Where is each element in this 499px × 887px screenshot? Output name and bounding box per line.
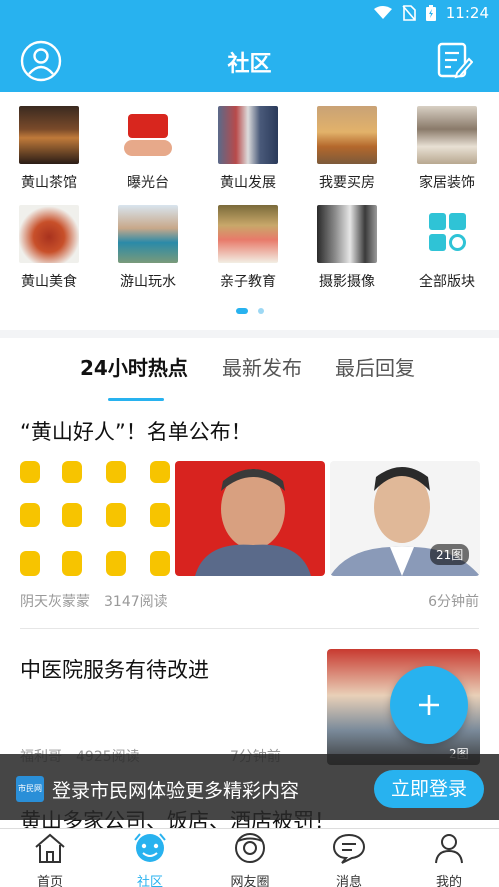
title-bar: 社区 xyxy=(0,28,499,92)
post-reads: 3147阅读 xyxy=(104,594,168,610)
board-grid: 黄山茶馆 曝光台 黄山发展 我要买房 家居装饰 黄山美食 游山玩水 亲子教育 摄… xyxy=(0,92,499,330)
portrait-photo xyxy=(195,469,311,576)
post-image[interactable] xyxy=(175,461,325,576)
active-tab-indicator xyxy=(108,398,164,401)
post-image[interactable]: 21图 xyxy=(330,461,480,576)
nav-item-friends[interactable]: 网友圈 xyxy=(210,831,290,887)
profile-icon xyxy=(435,834,463,864)
board-item-education[interactable]: 亲子教育 xyxy=(203,205,293,291)
all-boards-icon xyxy=(429,213,466,251)
login-banner: 市民网 登录市民网体验更多精彩内容 立即登录 xyxy=(0,754,499,820)
bottom-nav: 首页 社区 网友圈 消息 我的 xyxy=(0,828,499,887)
tab-bar: 24小时热点 最新发布 最后回复 xyxy=(0,352,499,401)
tab-24h-hot[interactable]: 24小时热点 xyxy=(80,352,188,381)
compose-icon[interactable] xyxy=(437,42,473,80)
image-count-badge: 21图 xyxy=(430,544,470,565)
page-indicator xyxy=(0,308,499,314)
new-post-button[interactable] xyxy=(390,666,468,744)
page-title: 社区 xyxy=(227,52,272,77)
status-bar: 11:24 xyxy=(0,0,499,28)
board-item-development[interactable]: 黄山发展 xyxy=(203,106,293,192)
photography-photo xyxy=(317,205,377,263)
home-icon xyxy=(35,833,65,863)
post-time: 6分钟前 xyxy=(428,594,479,610)
board-item-food[interactable]: 黄山美食 xyxy=(4,205,94,291)
board-item-all[interactable]: 全部版块 xyxy=(402,205,492,291)
board-item-buy-house[interactable]: 我要买房 xyxy=(302,106,392,192)
teahouse-photo xyxy=(19,106,79,164)
divider xyxy=(20,628,479,629)
board-item-travel[interactable]: 游山玩水 xyxy=(103,205,193,291)
battery-charging-icon xyxy=(425,5,436,21)
education-photo xyxy=(218,205,278,263)
exposure-photo xyxy=(118,106,178,164)
development-photo xyxy=(218,106,278,164)
decoration-photo xyxy=(417,106,477,164)
food-photo xyxy=(19,205,79,263)
nav-item-home[interactable]: 首页 xyxy=(10,831,90,887)
status-time: 11:24 xyxy=(445,4,489,22)
tab-latest[interactable]: 最新发布 xyxy=(222,352,302,381)
no-sim-icon xyxy=(402,5,416,21)
login-button[interactable]: 立即登录 xyxy=(374,770,484,808)
board-item-exposure[interactable]: 曝光台 xyxy=(103,106,193,192)
board-item-decoration[interactable]: 家居装饰 xyxy=(402,106,492,192)
post-title[interactable]: 中医院服务有待改进 xyxy=(20,654,209,684)
login-banner-text: 登录市民网体验更多精彩内容 xyxy=(52,780,300,802)
nav-item-profile[interactable]: 我的 xyxy=(409,831,489,887)
app-logo: 市民网 xyxy=(16,776,44,802)
tab-last-reply[interactable]: 最后回复 xyxy=(335,352,415,381)
nav-item-messages[interactable]: 消息 xyxy=(309,831,389,887)
page-dot xyxy=(257,308,264,314)
board-item-teahouse[interactable]: 黄山茶馆 xyxy=(4,106,94,192)
wifi-icon xyxy=(373,6,392,19)
community-icon xyxy=(134,833,166,862)
board-item-photography[interactable]: 摄影摄像 xyxy=(302,205,392,291)
house-photo xyxy=(317,106,377,164)
nav-item-community[interactable]: 社区 xyxy=(110,831,190,887)
travel-photo xyxy=(118,205,178,263)
post-title[interactable]: “黄山好人”！名单公布！ xyxy=(20,416,252,446)
placeholder-image xyxy=(20,461,170,576)
post-image[interactable] xyxy=(20,461,170,576)
friends-circle-icon xyxy=(235,833,265,863)
plus-icon xyxy=(419,695,439,715)
post-author[interactable]: 阴天灰蒙蒙 xyxy=(20,591,90,611)
message-icon xyxy=(332,833,366,864)
page-dot-active xyxy=(235,308,248,314)
